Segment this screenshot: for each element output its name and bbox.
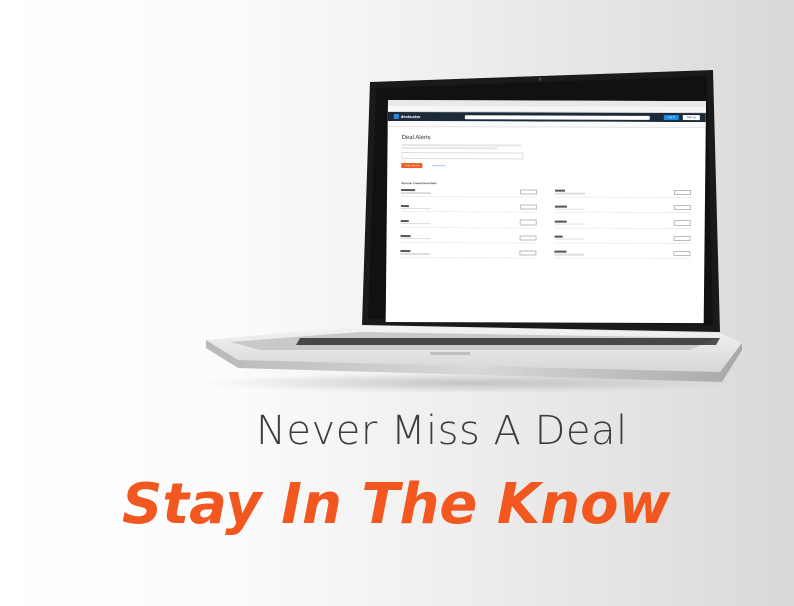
manage-alerts-link: Manage Alerts (432, 164, 446, 167)
page-description (401, 144, 522, 150)
create-alert-button: Create Deal Alert (401, 163, 423, 169)
section-title: Top User Created Deal Alerts (401, 182, 437, 186)
alert-row (554, 189, 692, 199)
page-title: Deal Alerts (401, 135, 431, 142)
logo-icon (393, 114, 399, 120)
alert-row (554, 235, 691, 244)
site-search-input (464, 114, 650, 120)
tagline: Stay In The Know (122, 472, 671, 537)
alert-row (400, 249, 537, 259)
alert-row (400, 219, 537, 229)
laptop-screen: dealmaker Log In Sign Up Deal Alerts Cre… (385, 100, 707, 324)
alert-row (554, 250, 691, 259)
site-logo-text: dealmaker (400, 114, 421, 120)
alert-row (554, 204, 691, 214)
login-button: Log In (663, 114, 679, 121)
alert-row (400, 189, 538, 198)
site-logo: dealmaker (393, 114, 421, 120)
create-alert-input (401, 152, 524, 160)
deal-alerts-pane: Deal Alerts Create Deal Alert Manage Ale… (386, 127, 705, 265)
signup-button: Sign Up (682, 115, 700, 121)
alerts-grid (400, 189, 692, 259)
alert-row (400, 234, 537, 244)
headline: Never Miss A Deal (256, 408, 628, 454)
alert-row (554, 219, 691, 229)
alert-row (400, 204, 537, 213)
